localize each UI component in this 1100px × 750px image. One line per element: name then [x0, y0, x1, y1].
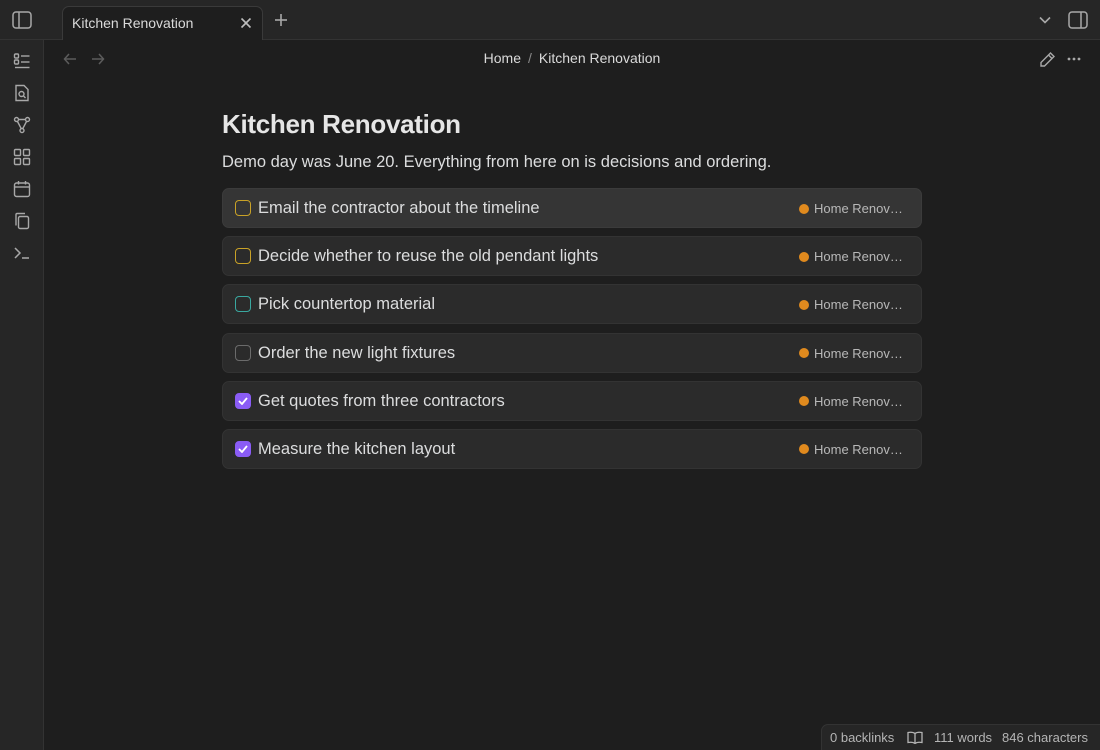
- tag-color-dot: [799, 396, 809, 407]
- project-tag[interactable]: Home Renovation: [799, 442, 909, 457]
- tag-color-dot: [799, 299, 809, 310]
- terminal-icon[interactable]: [10, 241, 34, 265]
- task-checkbox[interactable]: [235, 248, 251, 265]
- tag-label: Home Renovation: [814, 201, 909, 216]
- edit-pencil-icon[interactable]: [1037, 49, 1057, 69]
- tag-label: Home Renovation: [814, 441, 909, 457]
- tag-label: Home Renovation: [814, 393, 909, 409]
- breadcrumb-home[interactable]: Home: [484, 50, 521, 66]
- file-explorer-icon[interactable]: [10, 49, 34, 73]
- graph-icon[interactable]: [10, 113, 34, 137]
- close-icon[interactable]: [238, 15, 254, 31]
- tag-label: Home Renovation: [814, 297, 909, 313]
- tag-color-dot: [799, 444, 809, 455]
- word-count: 111 words: [934, 730, 993, 745]
- task-label: Measure the kitchen layout: [258, 439, 456, 458]
- task-label: Pick countertop material: [258, 295, 435, 314]
- task-checkbox-checked[interactable]: [235, 440, 251, 457]
- tag-color-dot: [799, 251, 809, 262]
- task-row[interactable]: Measure the kitchen layout Home Renovatio…: [222, 428, 922, 469]
- breadcrumb-current[interactable]: Kitchen Renovation: [539, 50, 660, 66]
- tag-label: Home Renovation: [814, 345, 909, 361]
- view-header: Home / Kitchen Renovation: [44, 40, 1100, 76]
- status-bar: 0 backlinks 111 words 846 characters: [821, 724, 1100, 750]
- tab-title: Kitchen Renovation: [72, 15, 194, 31]
- calendar-icon[interactable]: [10, 177, 34, 201]
- project-tag[interactable]: Home Renovation: [799, 297, 909, 312]
- backlinks-count[interactable]: 0 backlinks: [830, 730, 894, 745]
- app-window: Kitchen Renovation Home / Kitchen Renova…: [0, 0, 1100, 750]
- task-row[interactable]: Decide whether to reuse the old pendant …: [222, 236, 922, 277]
- more-options-icon[interactable]: [1064, 49, 1084, 69]
- task-label: Get quotes from three contractors: [258, 391, 505, 410]
- project-tag[interactable]: Home Renovation: [799, 249, 909, 264]
- task-row[interactable]: Order the new light fixtures Home Renovat…: [222, 332, 922, 373]
- checkmark-icon: [238, 445, 248, 453]
- task-checkbox[interactable]: [235, 296, 251, 313]
- tab-kitchen-renovation[interactable]: Kitchen Renovation: [62, 6, 263, 40]
- breadcrumb-separator: /: [528, 50, 532, 66]
- character-count: 846 characters: [1002, 730, 1088, 745]
- canvas-icon[interactable]: [10, 145, 34, 169]
- checkmark-icon: [238, 397, 248, 405]
- project-tag[interactable]: Home Renovation: [799, 394, 909, 409]
- right-sidebar-toggle-icon[interactable]: [1066, 9, 1090, 31]
- task-label: Order the new light fixtures: [258, 343, 456, 362]
- task-checkbox[interactable]: [235, 344, 251, 361]
- task-list: Email the contractor about the timeline H…: [222, 188, 922, 477]
- project-tag[interactable]: Home Renovation: [799, 201, 909, 216]
- task-row[interactable]: Pick countertop material Home Renovation: [222, 284, 922, 325]
- search-file-icon[interactable]: [10, 81, 34, 105]
- left-sidebar-toggle-icon[interactable]: [10, 9, 34, 31]
- tag-color-dot: [799, 348, 809, 359]
- task-checkbox[interactable]: [235, 200, 251, 216]
- task-row[interactable]: Email the contractor about the timeline H…: [222, 188, 922, 228]
- note-title: Kitchen Renovation: [222, 109, 461, 139]
- tag-label: Home Renovation: [814, 249, 909, 265]
- chevron-down-icon[interactable]: [1036, 12, 1054, 28]
- task-label: Email the contractor about the timeline: [258, 199, 540, 217]
- task-checkbox-checked[interactable]: [235, 392, 251, 409]
- new-tab-plus-icon[interactable]: [272, 11, 290, 29]
- breadcrumb: Home / Kitchen Renovation: [44, 50, 1100, 66]
- reading-view-book-icon[interactable]: [906, 729, 924, 745]
- task-label: Decide whether to reuse the old pendant …: [258, 247, 599, 266]
- note-description: Demo day was June 20. Everything from he…: [222, 153, 772, 171]
- tag-color-dot: [799, 203, 809, 214]
- task-row[interactable]: Get quotes from three contractors Home Re…: [222, 380, 922, 421]
- copy-icon[interactable]: [10, 209, 34, 233]
- project-tag[interactable]: Home Renovation: [799, 346, 909, 361]
- tab-bar: Kitchen Renovation: [0, 0, 1100, 40]
- ribbon: [0, 40, 44, 750]
